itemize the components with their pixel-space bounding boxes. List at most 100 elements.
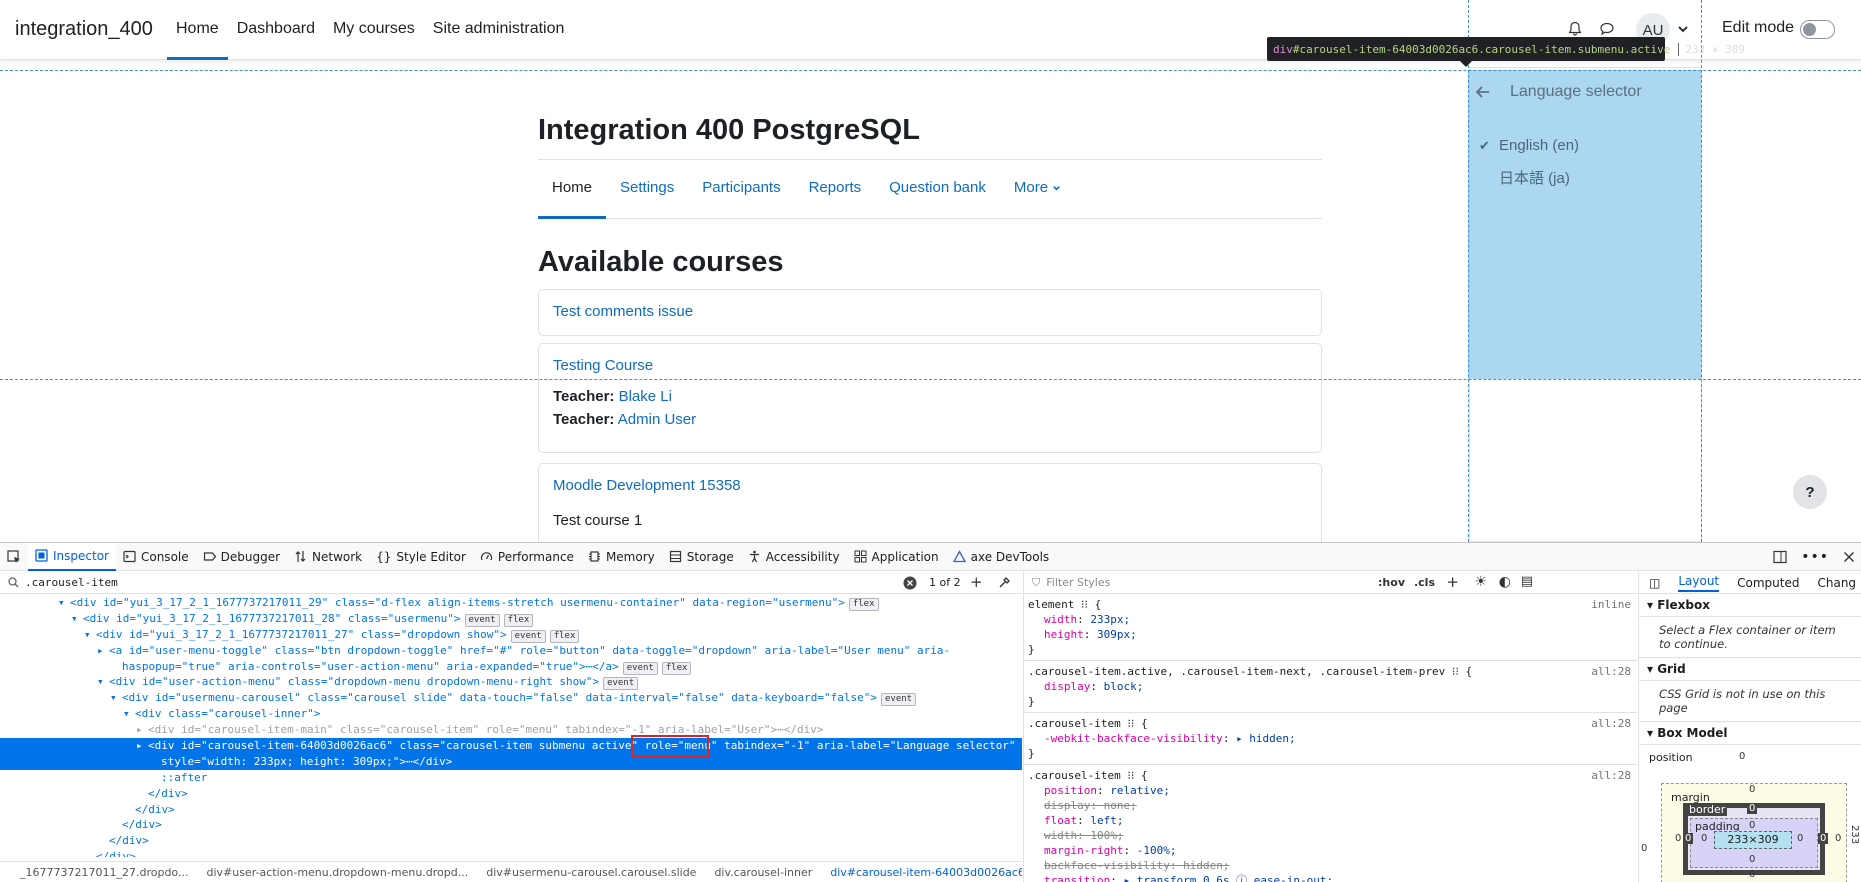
nav-dashboard[interactable]: Dashboard xyxy=(228,0,324,60)
flex-badge[interactable]: flex xyxy=(549,629,580,643)
markup-node[interactable]: ▾ <div id="yui_3_17_2_1_1677737217011_29"… xyxy=(0,595,1022,611)
markup-node-selected[interactable]: ▸ <div id="carousel-item-64003d0026ac6" c… xyxy=(0,738,1022,754)
language-option-en[interactable]: ✔ English (en) xyxy=(1479,137,1579,154)
markup-node[interactable]: </div> xyxy=(0,817,1022,833)
markup-node[interactable]: ▸ <a id="user-menu-toggle" class="btn dro… xyxy=(0,643,1022,659)
markup-node[interactable]: ▾ <div class="carousel-inner"> xyxy=(0,706,1022,722)
box-model-section-header[interactable]: ▾ Box Model xyxy=(1639,722,1861,745)
tool-style-editor[interactable]: {} Style Editor xyxy=(369,543,473,571)
dark-theme-icon[interactable]: ◐ xyxy=(1499,574,1511,590)
course-link[interactable]: Testing Course xyxy=(553,357,1307,374)
breadcrumb-item[interactable]: div#carousel-item-64003d0026ac6.carousel… xyxy=(830,866,1022,879)
expand-toggle[interactable]: ▾ xyxy=(58,595,70,611)
breadcrumb-item[interactable]: div#usermenu-carousel.carousel.slide xyxy=(486,866,696,879)
expand-toggle[interactable]: ▾ xyxy=(123,706,135,722)
breadcrumb-item[interactable]: div.carousel-inner xyxy=(714,866,812,879)
tool-network[interactable]: Network xyxy=(287,543,369,571)
rule-selector[interactable]: .carousel-item ⁝⁝ { xyxy=(1028,716,1637,731)
property-name[interactable]: position xyxy=(1044,784,1097,797)
arrow-left-icon[interactable] xyxy=(1474,83,1492,101)
course-link[interactable]: Moodle Development 15358 xyxy=(553,477,1307,494)
tool-application[interactable]: Application xyxy=(847,543,946,571)
element-picker-button[interactable] xyxy=(0,543,28,571)
filter-styles-input[interactable]: Filter Styles xyxy=(1046,576,1110,589)
markup-search-input[interactable]: .carousel-item xyxy=(25,576,118,589)
tool-storage[interactable]: Storage xyxy=(662,543,741,571)
print-media-icon[interactable]: ▤ xyxy=(1521,574,1533,589)
event-badge[interactable]: event xyxy=(510,629,546,643)
property-name[interactable]: width xyxy=(1044,829,1077,842)
property-name[interactable]: margin-right xyxy=(1044,844,1123,857)
sidebar-toggle-icon[interactable]: ◫ xyxy=(1649,576,1660,590)
event-badge[interactable]: event xyxy=(603,677,639,691)
css-declaration[interactable]: position: relative; xyxy=(1028,783,1637,798)
property-value[interactable]: ▸ transform 0.6s ⓘ ease-in-out; xyxy=(1123,874,1333,882)
grid-section-header[interactable]: ▾ Grid xyxy=(1639,658,1861,681)
property-value[interactable]: left; xyxy=(1090,814,1123,827)
expand-toggle[interactable]: ▾ xyxy=(110,690,122,706)
site-brand[interactable]: integration_400 xyxy=(15,18,153,41)
markup-node[interactable]: ::after xyxy=(0,770,1022,786)
property-value[interactable]: block; xyxy=(1104,680,1144,693)
tab-changes[interactable]: Chang xyxy=(1817,576,1856,590)
rule-source[interactable]: inline xyxy=(1591,597,1631,612)
rule-source[interactable]: all:28 xyxy=(1591,768,1631,783)
eyedropper-icon[interactable] xyxy=(998,576,1011,589)
teacher-link[interactable]: Admin User xyxy=(618,411,696,428)
tab-participants[interactable]: Participants xyxy=(688,160,794,219)
breadcrumb-item[interactable]: div#user-action-menu.dropdown-menu.dropd… xyxy=(206,866,468,879)
nav-my-courses[interactable]: My courses xyxy=(324,0,424,60)
tool-console[interactable]: Console xyxy=(116,543,196,571)
property-name[interactable]: display xyxy=(1044,680,1090,693)
css-declaration[interactable]: width: 233px; xyxy=(1028,612,1637,627)
expand-toggle[interactable]: ▸ xyxy=(97,643,109,659)
css-declaration[interactable]: float: left; xyxy=(1028,813,1637,828)
flexbox-section-header[interactable]: ▾ Flexbox xyxy=(1639,594,1861,617)
property-value[interactable]: -100%; xyxy=(1137,844,1177,857)
tool-memory[interactable]: Memory xyxy=(581,543,662,571)
breadcrumb-item[interactable]: _1677737217011_27.dropdo... xyxy=(20,866,188,879)
markup-node[interactable]: ▾ <div id="user-action-menu" class="dropd… xyxy=(0,674,1022,691)
rule-selector[interactable]: element ⁝⁝ { xyxy=(1028,597,1637,612)
event-badge[interactable]: event xyxy=(622,661,658,675)
css-declaration[interactable]: height: 309px; xyxy=(1028,627,1637,642)
close-icon[interactable] xyxy=(1843,551,1855,563)
property-value[interactable]: relative; xyxy=(1110,784,1170,797)
css-declaration[interactable]: -webkit-backface-visibility: ▸ hidden; xyxy=(1028,731,1637,746)
tab-layout[interactable]: Layout xyxy=(1678,574,1720,592)
css-declaration[interactable]: transition: ▸ transform 0.6s ⓘ ease-in-o… xyxy=(1028,873,1637,882)
markup-node[interactable]: ▾ <div id="usermenu-carousel" class="caro… xyxy=(0,690,1022,707)
property-value[interactable]: none; xyxy=(1104,799,1137,812)
teacher-link[interactable]: Blake Li xyxy=(619,388,672,405)
add-rule-icon[interactable]: + xyxy=(1446,573,1459,591)
edit-mode-toggle[interactable] xyxy=(1800,20,1835,39)
property-value[interactable]: 233px; xyxy=(1090,613,1130,626)
tool-inspector[interactable]: Inspector xyxy=(28,542,116,571)
flex-badge[interactable]: flex xyxy=(661,661,692,675)
expand-toggle[interactable]: ▾ xyxy=(71,611,83,627)
language-option-ja[interactable]: 日本語 (ja) xyxy=(1479,167,1570,188)
flex-badge[interactable]: flex xyxy=(503,613,534,627)
markup-node[interactable]: </div> xyxy=(0,833,1022,849)
css-declaration[interactable]: display: none; xyxy=(1028,798,1637,813)
classes-button[interactable]: .cls xyxy=(1414,576,1435,589)
css-declaration[interactable]: display: block; xyxy=(1028,679,1637,694)
property-name[interactable]: height xyxy=(1044,628,1084,641)
expand-toggle[interactable]: ▾ xyxy=(84,627,96,643)
tab-question-bank[interactable]: Question bank xyxy=(875,160,1000,219)
tool-axe-devtools[interactable]: axe DevTools xyxy=(946,543,1057,571)
property-name[interactable]: width xyxy=(1044,613,1077,626)
rule-source[interactable]: all:28 xyxy=(1591,716,1631,731)
tool-performance[interactable]: Performance xyxy=(473,543,581,571)
flex-badge[interactable]: flex xyxy=(848,598,879,611)
light-theme-icon[interactable]: ☀ xyxy=(1474,574,1487,590)
dock-side-icon[interactable] xyxy=(1773,550,1787,564)
add-node-icon[interactable]: + xyxy=(970,573,983,591)
expand-toggle[interactable]: ▸ xyxy=(136,738,148,754)
markup-node[interactable]: ▾ <div id="yui_3_17_2_1_1677737217011_28"… xyxy=(0,611,1022,627)
tab-reports[interactable]: Reports xyxy=(795,160,876,219)
markup-node[interactable]: </div> xyxy=(0,786,1022,802)
markup-node[interactable]: ▾ <div id="yui_3_17_2_1_1677737217011_27"… xyxy=(0,627,1022,643)
chevron-down-icon[interactable] xyxy=(1676,22,1690,36)
tab-computed[interactable]: Computed xyxy=(1737,576,1799,590)
